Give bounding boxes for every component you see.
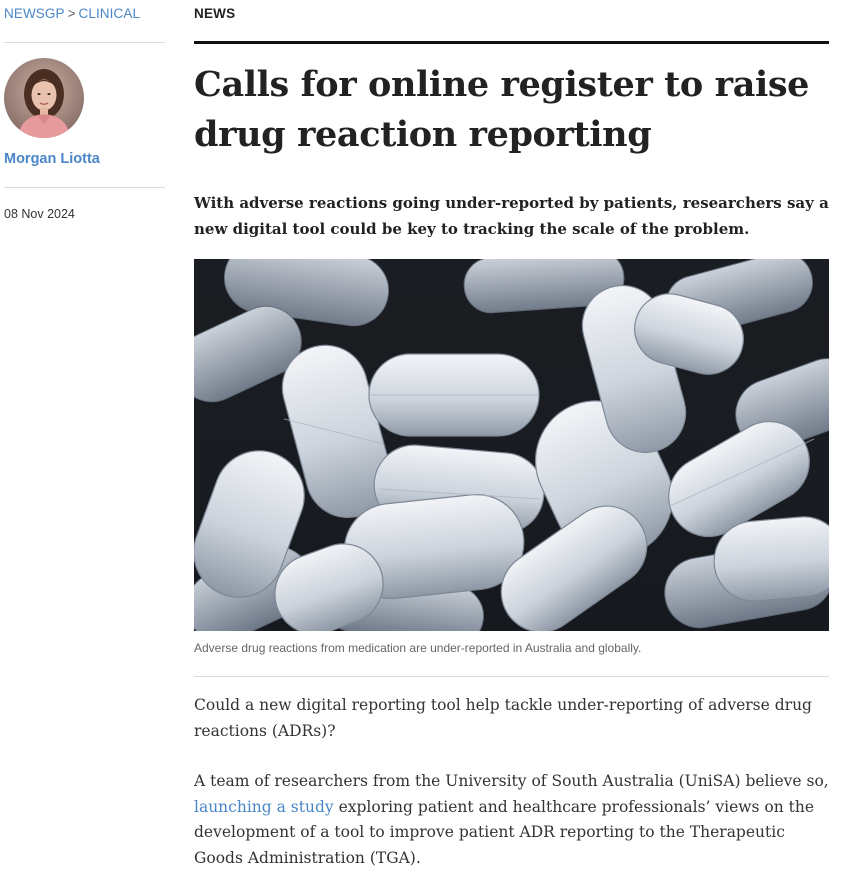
study-link[interactable]: launching a study	[194, 798, 334, 816]
article-paragraph: Could a new digital reporting tool help …	[194, 696, 812, 740]
category-label: NEWS	[194, 6, 236, 21]
sidebar-divider	[4, 187, 165, 188]
author-portrait-icon	[4, 58, 84, 138]
caption-divider	[194, 676, 829, 677]
sidebar-divider	[4, 42, 165, 43]
author-avatar[interactable]	[4, 58, 84, 138]
article-paragraph: A team of researchers from the Universit…	[194, 769, 829, 871]
image-caption: Adverse drug reactions from medication a…	[194, 641, 642, 655]
paragraph-text: A team of researchers from the Universit…	[194, 772, 829, 790]
pills-photo-icon	[194, 259, 829, 631]
category-rule	[194, 41, 829, 44]
article-standfirst: With adverse reactions going under-repor…	[194, 194, 829, 238]
breadcrumb-section-link[interactable]: CLINICAL	[79, 6, 141, 21]
breadcrumb-home-link[interactable]: NEWSGP	[4, 6, 65, 21]
breadcrumb: NEWSGP > CLINICAL	[4, 6, 140, 21]
publish-date: 08 Nov 2024	[4, 207, 75, 221]
article-title: Calls for online register to raise drug …	[194, 64, 810, 155]
author-name-link[interactable]: Morgan Liotta	[4, 151, 100, 167]
breadcrumb-separator: >	[67, 6, 76, 21]
hero-image	[194, 259, 829, 631]
